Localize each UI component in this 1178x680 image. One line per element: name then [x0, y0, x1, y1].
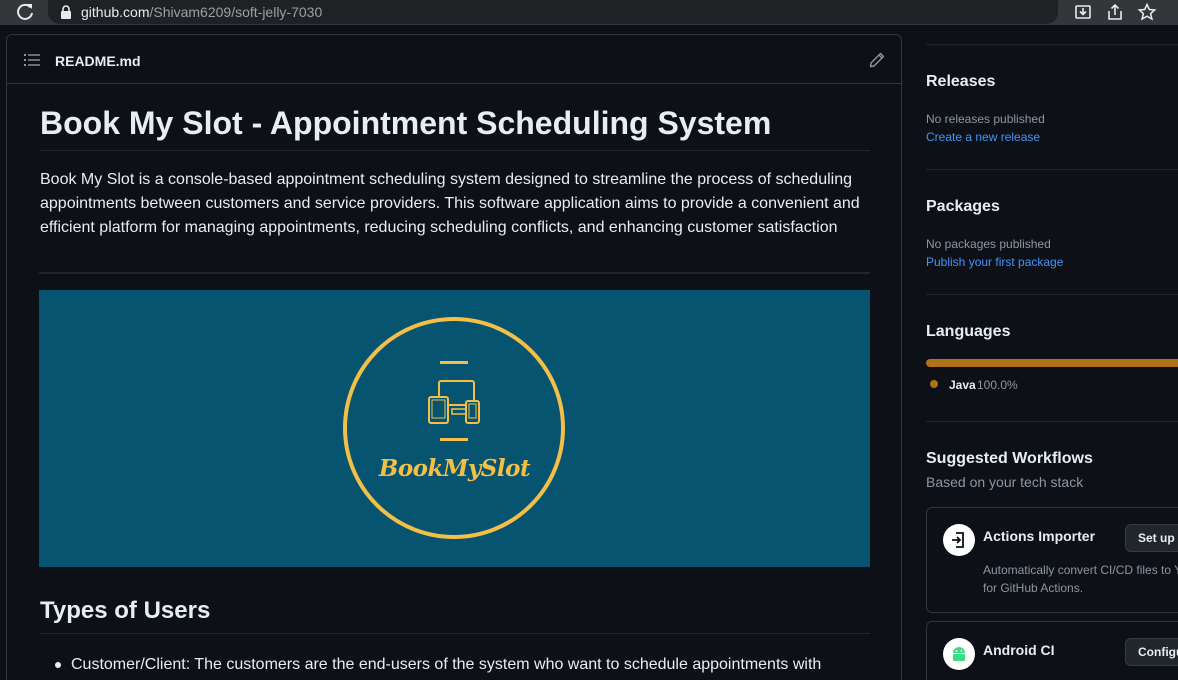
bookmyslot-logo: [343, 317, 565, 539]
configure-button[interactable]: Configure: [1125, 638, 1178, 666]
bookmark-star-icon[interactable]: [1137, 3, 1157, 21]
workflow-description-line: Automatically convert CI/CD files to Y: [983, 563, 1178, 577]
url-path: /Shivam6209/soft-jelly-7030: [149, 4, 323, 20]
browser-toolbar: github.com/Shivam6209/soft-jelly-7030: [0, 0, 1178, 25]
readme-header: README.md: [7, 35, 901, 84]
suggested-workflows-heading: Suggested Workflows: [926, 450, 1093, 467]
workflow-description-line: for GitHub Actions.: [983, 581, 1084, 595]
sidebar-divider: [926, 169, 1178, 170]
android-icon: [943, 638, 975, 670]
readme-intro: Book My Slot is a console-based appointm…: [40, 171, 860, 236]
releases-heading[interactable]: Releases: [926, 73, 995, 91]
list-item: Customer/Client: The customers are the e…: [55, 653, 870, 677]
section-divider: [39, 633, 870, 634]
workflow-title[interactable]: Actions Importer: [983, 528, 1095, 544]
section-heading-types-of-users: Types of Users: [40, 597, 211, 624]
lock-icon[interactable]: [60, 5, 72, 19]
language-bar-java[interactable]: [926, 359, 1178, 367]
actions-importer-icon: [943, 524, 975, 556]
readme-title: Book My Slot - Appointment Scheduling Sy…: [40, 105, 772, 141]
url-text[interactable]: github.com/Shivam6209/soft-jelly-7030: [81, 4, 322, 20]
language-name[interactable]: Java: [949, 378, 976, 392]
language-color-dot: [930, 380, 938, 388]
readme-panel: README.md Book My Slot - Appointment Sch…: [6, 34, 902, 680]
packages-status: No packages published: [926, 237, 1051, 251]
set-up-button[interactable]: Set up: [1125, 524, 1178, 552]
banner-logo-text: BookMySlot: [378, 455, 531, 482]
packages-heading[interactable]: Packages: [926, 198, 1000, 216]
sidebar-divider: [926, 421, 1178, 422]
workflow-card-actions-importer: Actions Importer Set up Automatically co…: [926, 507, 1178, 613]
suggested-workflows-subtitle: Based on your tech stack: [926, 474, 1084, 490]
bookmyslot-banner-image: BookMySlot: [39, 290, 870, 567]
releases-status: No releases published: [926, 112, 1045, 126]
edit-pencil-icon[interactable]: [869, 52, 885, 68]
sidebar-divider: [926, 44, 1178, 45]
workflow-card-android-ci: Android CI Configure: [926, 621, 1178, 680]
reload-icon[interactable]: [14, 2, 36, 22]
sidebar-divider: [926, 294, 1178, 295]
workflow-title[interactable]: Android CI: [983, 642, 1055, 658]
share-icon[interactable]: [1105, 3, 1125, 21]
url-host: github.com: [81, 4, 150, 20]
users-list: Customer/Client: The customers are the e…: [55, 653, 870, 677]
readme-filename[interactable]: README.md: [55, 53, 141, 69]
language-percent: 100.0%: [977, 378, 1018, 392]
publish-package-link[interactable]: Publish your first package: [926, 255, 1063, 269]
languages-heading: Languages: [926, 323, 1011, 340]
title-divider: [39, 150, 870, 151]
outline-list-icon[interactable]: [24, 53, 40, 67]
install-app-icon[interactable]: [1073, 3, 1093, 21]
horizontal-rule: [39, 272, 870, 274]
create-release-link[interactable]: Create a new release: [926, 130, 1040, 144]
